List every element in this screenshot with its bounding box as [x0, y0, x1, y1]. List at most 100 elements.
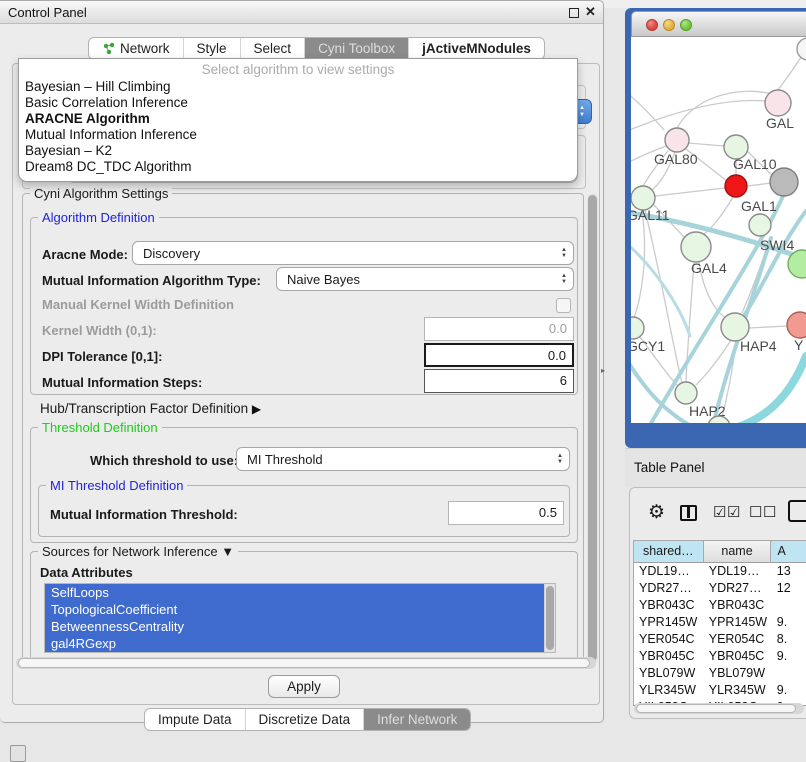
- table-row[interactable]: YDR27…YDR27…12: [634, 580, 806, 597]
- tab-infer-network[interactable]: Infer Network: [364, 709, 470, 730]
- attributes-scrollbar-thumb[interactable]: [546, 586, 554, 650]
- network-edge: [749, 326, 787, 328]
- table-row[interactable]: YPR145WYPR145W9.: [634, 614, 806, 631]
- mi-type-combo[interactable]: Naive Bayes ▲▼: [276, 267, 574, 291]
- unchecked-checkbox-icon[interactable]: ☐: [749, 505, 762, 520]
- network-node-swi4[interactable]: [749, 214, 771, 236]
- network-graph: GALGAL80GAL10GAL1GAL11SWI4GAL4GCY1HAP4YH…: [631, 37, 806, 423]
- gear-icon[interactable]: ⚙: [648, 503, 665, 522]
- aracne-mode-value: Discovery: [143, 246, 200, 261]
- node-label: GCY1: [631, 338, 665, 354]
- zoom-traffic-light-icon[interactable]: [680, 19, 692, 31]
- apply-button[interactable]: Apply: [268, 675, 340, 698]
- bottom-tabbar: Impute DataDiscretize Data Infer Network: [144, 708, 471, 731]
- network-node-y[interactable]: [787, 312, 806, 338]
- dpi-tolerance-label: DPI Tolerance [0,1]:: [42, 349, 162, 364]
- dropdown-item[interactable]: Bayesian – Hill Climbing: [19, 79, 577, 95]
- settings-horizontal-scrollbar[interactable]: [16, 657, 596, 669]
- unchecked-checkbox-icon[interactable]: ☐: [763, 505, 776, 520]
- settings-scrollbar-thumb[interactable]: [588, 195, 597, 661]
- tab-impute-data[interactable]: Impute Data: [145, 709, 246, 730]
- table-row[interactable]: YLR345WYLR345W9.: [634, 682, 806, 699]
- tab-discretize-data[interactable]: Discretize Data: [246, 709, 365, 730]
- tab-cyni-toolbox[interactable]: Cyni Toolbox: [305, 38, 409, 59]
- attribute-item-selected[interactable]: BetweennessCentrality: [45, 618, 545, 635]
- column-header-shared-name[interactable]: shared…: [634, 541, 704, 562]
- tab-label: Infer Network: [377, 712, 457, 727]
- network-node-gal1[interactable]: [725, 175, 747, 197]
- aracne-mode-combo[interactable]: Discovery ▲▼: [132, 241, 574, 265]
- kernel-width-field[interactable]: 0.0: [424, 317, 574, 341]
- table-row[interactable]: YER054CYER054C8.: [634, 631, 806, 648]
- mi-threshold-field[interactable]: 0.5: [448, 501, 564, 525]
- which-threshold-combo[interactable]: MI Threshold ▲▼: [236, 447, 570, 471]
- attributes-vertical-scrollbar[interactable]: [544, 584, 555, 653]
- network-view-window: GALGAL80GAL10GAL1GAL11SWI4GAL4GCY1HAP4YH…: [625, 8, 806, 448]
- float-window-icon[interactable]: [569, 8, 579, 18]
- table-cell: YBR043C: [634, 597, 704, 614]
- dropdown-prompt: Select algorithm to view settings: [19, 59, 577, 79]
- table-row[interactable]: YBR045CYBR045C9.: [634, 648, 806, 665]
- network-node-gal80[interactable]: [665, 128, 689, 152]
- network-node-gal4[interactable]: [681, 232, 711, 262]
- stepper-icon: ▲▼: [561, 247, 567, 260]
- network-node-hap2[interactable]: [675, 382, 697, 404]
- column-header-name[interactable]: name: [704, 541, 772, 562]
- dropdown-item[interactable]: ARACNE Algorithm: [19, 111, 577, 127]
- table-cell: YLR345W: [634, 682, 704, 699]
- dpi-tolerance-field[interactable]: 0.0: [424, 343, 574, 367]
- mi-steps-field[interactable]: 6: [424, 369, 574, 393]
- table-cell: YPR145W: [704, 614, 772, 631]
- attribute-item-selected[interactable]: gal4RGexp: [45, 635, 545, 652]
- node-label: GAL4: [691, 260, 727, 276]
- network-node[interactable]: [770, 168, 798, 196]
- dropdown-item[interactable]: Bayesian – K2: [19, 143, 577, 159]
- sources-title[interactable]: Sources for Network Inference ▼: [38, 544, 238, 559]
- hub-definition-label: Hub/Transcription Factor Definition: [40, 401, 248, 416]
- dropdown-item[interactable]: Mutual Information Inference: [19, 127, 577, 143]
- table-hscrollbar-thumb[interactable]: [636, 704, 796, 713]
- close-window-icon[interactable]: ✕: [584, 6, 597, 19]
- table-row[interactable]: YDL19…YDL19…13: [634, 563, 806, 580]
- table-cell: YBL079W: [704, 665, 772, 682]
- table-cell: YBR043C: [704, 597, 772, 614]
- tab-select[interactable]: Select: [241, 38, 306, 59]
- columns-icon[interactable]: [680, 505, 697, 521]
- network-edge: [748, 183, 771, 186]
- checked-checkbox-icon[interactable]: ☑: [727, 505, 740, 520]
- network-node-gcy1[interactable]: [631, 317, 644, 339]
- hub-definition-disclosure[interactable]: Hub/Transcription Factor Definition ▶: [40, 401, 261, 416]
- table-cell: 9.: [772, 614, 806, 631]
- panel-divider-arrow-icon[interactable]: ▸: [601, 366, 605, 375]
- column-header-partial[interactable]: A: [771, 541, 806, 562]
- tab-network[interactable]: Network: [89, 38, 184, 59]
- manual-kernel-checkbox[interactable]: [556, 298, 571, 313]
- checked-checkbox-icon[interactable]: ☑: [713, 505, 726, 520]
- network-node-gal[interactable]: [765, 90, 791, 116]
- settings-vertical-scrollbar[interactable]: [587, 194, 598, 664]
- network-canvas[interactable]: GALGAL80GAL10GAL1GAL11SWI4GAL4GCY1HAP4YH…: [631, 37, 806, 423]
- network-node[interactable]: [797, 38, 806, 60]
- mi-steps-label: Mutual Information Steps:: [42, 375, 202, 390]
- table-cell: YDR27…: [634, 580, 704, 597]
- minimize-traffic-light-icon[interactable]: [663, 19, 675, 31]
- file-icon[interactable]: [788, 500, 806, 522]
- threshold-definition-title: Threshold Definition: [38, 420, 162, 435]
- table-cell: YDR27…: [704, 580, 772, 597]
- data-attributes-list[interactable]: SelfLoopsTopologicalCoefficientBetweenne…: [44, 583, 556, 653]
- tab-jactivemnodules[interactable]: jActiveMNodules: [409, 38, 544, 59]
- network-node-hap4[interactable]: [721, 313, 749, 341]
- table-row[interactable]: YBL079WYBL079W: [634, 665, 806, 682]
- attribute-item-selected[interactable]: TopologicalCoefficient: [45, 601, 545, 618]
- table-row[interactable]: YBR043CYBR043C: [634, 597, 806, 614]
- settings-hscrollbar-thumb[interactable]: [18, 658, 590, 668]
- attribute-item-selected[interactable]: SelfLoops: [45, 584, 545, 601]
- table-horizontal-scrollbar[interactable]: [634, 703, 804, 714]
- dropdown-item[interactable]: Dream8 DC_TDC Algorithm: [19, 159, 577, 175]
- tab-style[interactable]: Style: [184, 38, 241, 59]
- chevron-right-icon: ▶: [252, 402, 261, 416]
- node-table[interactable]: shared… name A YDL19…YDL19…13YDR27…YDR27…: [633, 540, 806, 706]
- collapsed-panel-icon[interactable]: [10, 745, 26, 762]
- dropdown-item[interactable]: Basic Correlation Inference: [19, 95, 577, 111]
- close-traffic-light-icon[interactable]: [646, 19, 658, 31]
